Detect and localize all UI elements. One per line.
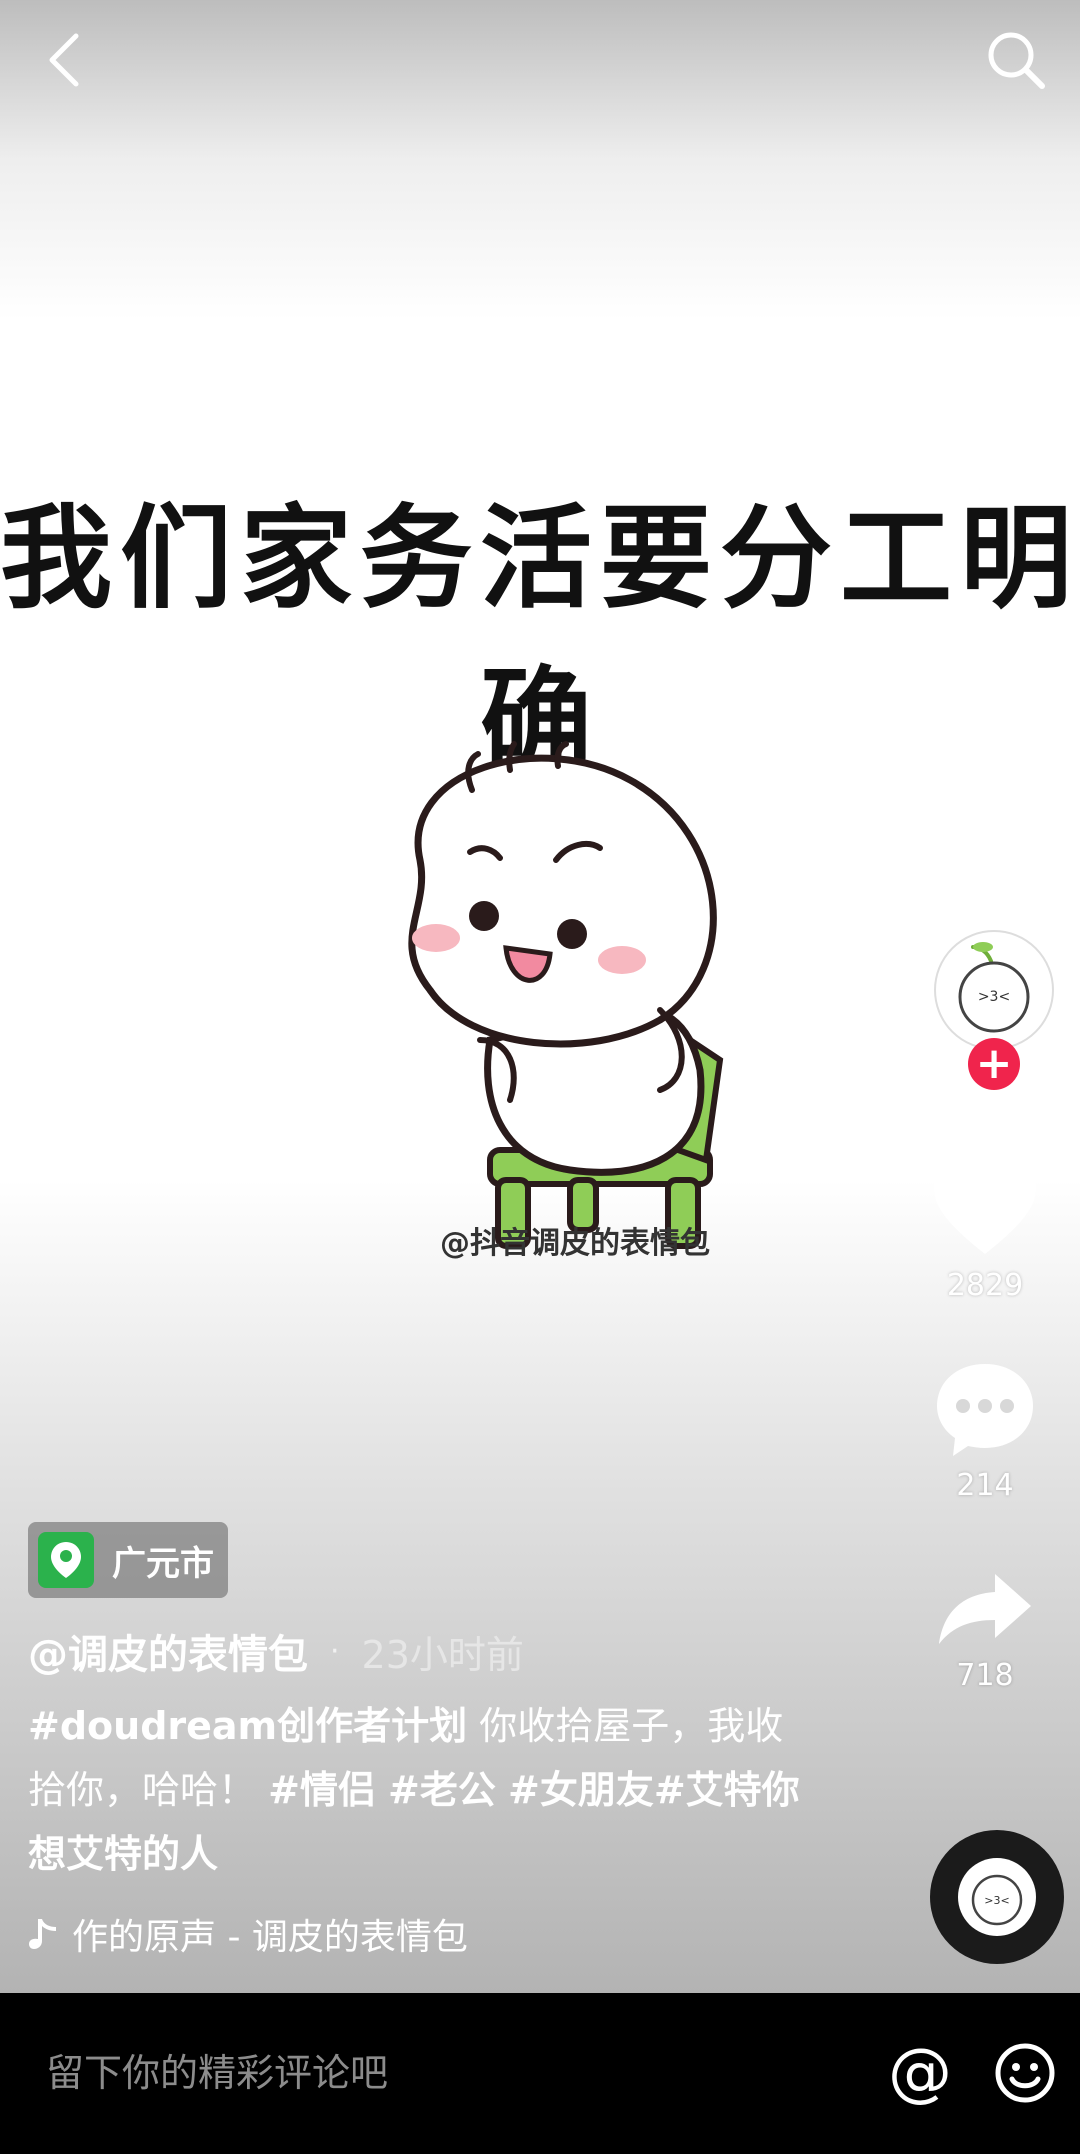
comment-count: 214 — [956, 1468, 1014, 1503]
heart-icon — [934, 1162, 1036, 1254]
creator-avatar-button[interactable]: >3< + — [924, 930, 1064, 1090]
comment-icon — [937, 1364, 1033, 1456]
comment-input[interactable]: 留下你的精彩评论吧 — [46, 2043, 826, 2103]
post-time: 23小时前 — [361, 1632, 524, 1677]
hashtag-link[interactable]: #doudream创作者计划 — [28, 1704, 467, 1748]
avatar: >3< — [934, 930, 1054, 1050]
video-watermark: @抖音调皮的表情包 — [440, 1226, 710, 1261]
disc-mascot-icon: >3< — [971, 1874, 1023, 1926]
disc-avatar: >3< — [958, 1858, 1036, 1936]
comment-bar: 留下你的精彩评论吧 @ — [0, 1993, 1080, 2154]
comment-button[interactable]: 214 — [910, 1360, 1060, 1503]
follow-plus-button[interactable]: + — [968, 1038, 1020, 1090]
location-tag[interactable]: 广元市 — [28, 1522, 228, 1598]
music-disc-button[interactable]: >3< — [930, 1830, 1064, 1964]
separator-dot: · — [330, 1633, 340, 1669]
hashtag-link[interactable]: #情侣 — [268, 1768, 376, 1812]
mention-button[interactable]: @ — [880, 2033, 960, 2113]
chevron-left-icon — [49, 33, 79, 87]
music-info[interactable]: 作的原声 - 调皮的表情包 — [28, 1908, 468, 1960]
svg-text:>3<: >3< — [978, 989, 1010, 1005]
like-count: 2829 — [946, 1268, 1024, 1303]
like-button[interactable]: 2829 — [910, 1160, 1060, 1303]
author-name-link[interactable]: @调皮的表情包 — [28, 1622, 308, 1680]
music-note-icon — [29, 1919, 56, 1949]
music-label: 作的原声 - 调皮的表情包 — [72, 1917, 468, 1958]
author-line: @调皮的表情包 · 23小时前 — [28, 1622, 524, 1680]
share-button[interactable]: 718 — [910, 1570, 1060, 1693]
search-button[interactable] — [976, 20, 1056, 100]
share-arrow-icon — [939, 1574, 1031, 1644]
share-count: 718 — [956, 1658, 1014, 1693]
location-pin-icon — [38, 1532, 94, 1588]
post-description: #doudream创作者计划 你收拾屋子，我收拾你，哈哈！ #情侣 #老公 #女… — [28, 1694, 808, 1886]
emoji-button[interactable] — [990, 2033, 1060, 2113]
video-player[interactable]: 我们家务活要分工明确 @抖音调皮的表情包 >3< + 2829 214 718 … — [0, 0, 1080, 1993]
hashtag-link[interactable]: #女朋友 — [508, 1768, 654, 1812]
location-label: 广元市 — [112, 1543, 214, 1584]
hashtag-link[interactable]: #老公 — [388, 1768, 496, 1812]
avatar-mascot-icon: >3< — [958, 942, 1030, 1033]
back-button[interactable] — [24, 20, 104, 100]
sticker-illustration — [408, 741, 724, 1249]
svg-text:>3<: >3< — [984, 1894, 1009, 1907]
search-icon — [988, 32, 1045, 89]
emoji-icon — [995, 2043, 1055, 2103]
